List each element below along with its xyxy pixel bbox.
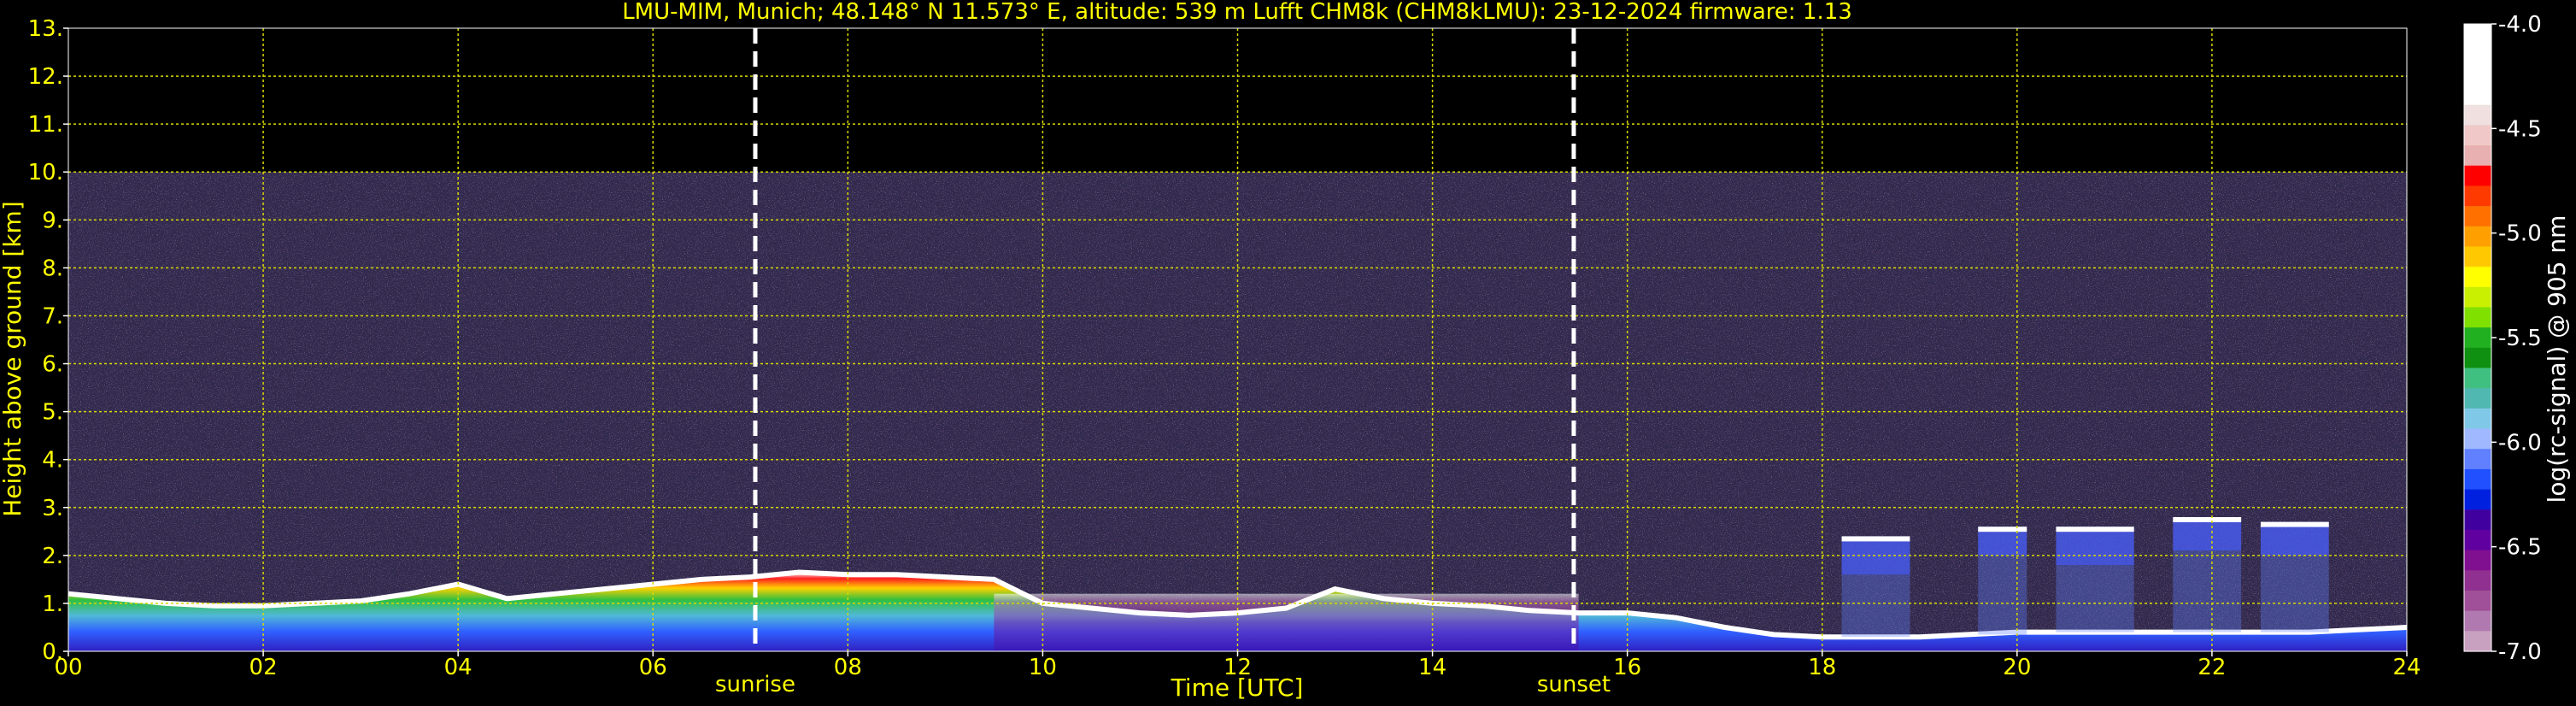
colorbar-tick-label: -6.5 [2498, 535, 2542, 561]
y-tick-label: 0. [42, 639, 63, 665]
colorbar-swatch [2464, 307, 2491, 328]
cloud-layer-top-3 [2173, 516, 2242, 522]
colorbar-tick-label: -6.0 [2498, 430, 2542, 456]
y-tick-label: 5. [42, 400, 63, 426]
colorbar-swatch [2464, 468, 2491, 491]
colorbar-swatch [2464, 610, 2491, 632]
colorbar-tick-label: -5.0 [2498, 221, 2542, 247]
colorbar-swatch [2464, 529, 2491, 551]
boundary-layer-midday [994, 593, 1579, 651]
colorbar-swatch [2464, 226, 2491, 248]
colorbar-tick-label: -7.0 [2498, 639, 2542, 665]
colorbar-label: log(rc-signal) @ 905 nm [2543, 215, 2571, 503]
colorbar-swatch [2464, 388, 2491, 409]
y-tick-label: 2. [42, 544, 63, 569]
x-tick-label: 24 [2392, 655, 2421, 680]
x-tick-label: 06 [639, 655, 667, 680]
colorbar-swatch [2464, 206, 2491, 227]
colorbar-swatch [2464, 267, 2491, 288]
y-tick-label: 1. [42, 591, 63, 617]
ceilometer-chart: LMU-MIM, Munich; 48.148° N 11.573° E, al… [0, 0, 2571, 702]
y-tick-label: 12. [28, 64, 63, 90]
y-axis: 0. 1. 2. 3. 4. 5. 6. 7. 8. 9. 10. 11. 12. 13. [28, 16, 68, 665]
y-tick-label: 6. [42, 352, 63, 378]
colorbar-swatch [2464, 631, 2491, 652]
y-tick-label: 10. [28, 160, 63, 185]
x-tick-label: 14 [1418, 655, 1446, 680]
colorbar-swatch [2464, 286, 2491, 309]
x-axis-label: Time [UTC] [1171, 674, 1304, 702]
colorbar-swatch [2464, 145, 2491, 167]
y-tick-label: 11. [28, 112, 63, 138]
chart-title: LMU-MIM, Munich; 48.148° N 11.573° E, al… [622, 0, 1852, 25]
y-tick-label: 9. [42, 208, 63, 233]
colorbar-tick-label: -4.5 [2498, 116, 2542, 142]
colorbar-swatch [2464, 347, 2491, 369]
cloud-virga-0 [1841, 574, 1910, 638]
colorbar-swatch [2464, 85, 2491, 106]
colorbar-swatch [2464, 44, 2491, 65]
colorbar-tick-label: -5.5 [2498, 326, 2542, 351]
x-tick-label: 02 [249, 655, 278, 680]
colorbar-swatch [2464, 185, 2491, 207]
colorbar-swatch [2464, 408, 2491, 430]
x-tick-label: 20 [2003, 655, 2031, 680]
y-tick-label: 8. [42, 256, 63, 281]
colorbar-tick-label: -4.0 [2498, 12, 2542, 38]
cloud-layer-top-4 [2260, 521, 2329, 527]
colorbar-swatch [2464, 570, 2491, 591]
colorbar-swatch [2464, 489, 2491, 510]
x-tick-label: 22 [2198, 655, 2226, 680]
cloud-layer-top-0 [1841, 536, 1910, 542]
x-tick-label: 18 [1808, 655, 1836, 680]
cloud-virga-2 [2056, 565, 2134, 632]
sunrise-label: sunrise [715, 672, 795, 697]
x-tick-label: 10 [1029, 655, 1057, 680]
x-tick-label: 08 [834, 655, 862, 680]
colorbar-swatch [2464, 590, 2491, 612]
colorbar-swatch [2464, 246, 2491, 268]
cloud-layer-top-2 [2056, 527, 2134, 532]
colorbar-swatch [2464, 24, 2491, 45]
colorbar-swatch [2464, 509, 2491, 531]
y-tick-label: 13. [28, 16, 63, 42]
colorbar-swatch [2464, 428, 2491, 450]
plot-area [67, 27, 2408, 652]
colorbar-swatch [2464, 125, 2491, 146]
colorbar: -4.0 -4.5 -5.0 -5.5 -6.0 -6.5 -7.0 [2463, 12, 2542, 665]
y-tick-label: 4. [42, 448, 63, 474]
cloud-layer-top-1 [1978, 527, 2027, 532]
colorbar-swatch [2464, 165, 2491, 187]
cloud-virga-4 [2260, 555, 2329, 632]
colorbar-swatch [2464, 449, 2491, 470]
colorbar-swatch [2464, 64, 2491, 85]
cloud-virga-1 [1978, 555, 2027, 635]
x-tick-label: 16 [1613, 655, 1641, 680]
cloud-virga-3 [2173, 550, 2242, 632]
colorbar-swatch [2464, 550, 2491, 571]
sunset-label: sunset [1537, 672, 1611, 697]
colorbar-swatch [2464, 327, 2491, 349]
y-tick-label: 3. [42, 496, 63, 521]
x-tick-label: 04 [444, 655, 472, 680]
colorbar-swatch [2464, 368, 2491, 389]
y-axis-label: Height above ground [km] [0, 201, 26, 517]
y-tick-label: 7. [42, 303, 63, 329]
colorbar-swatch [2464, 104, 2491, 126]
cloud-layer-2 [2056, 527, 2134, 566]
